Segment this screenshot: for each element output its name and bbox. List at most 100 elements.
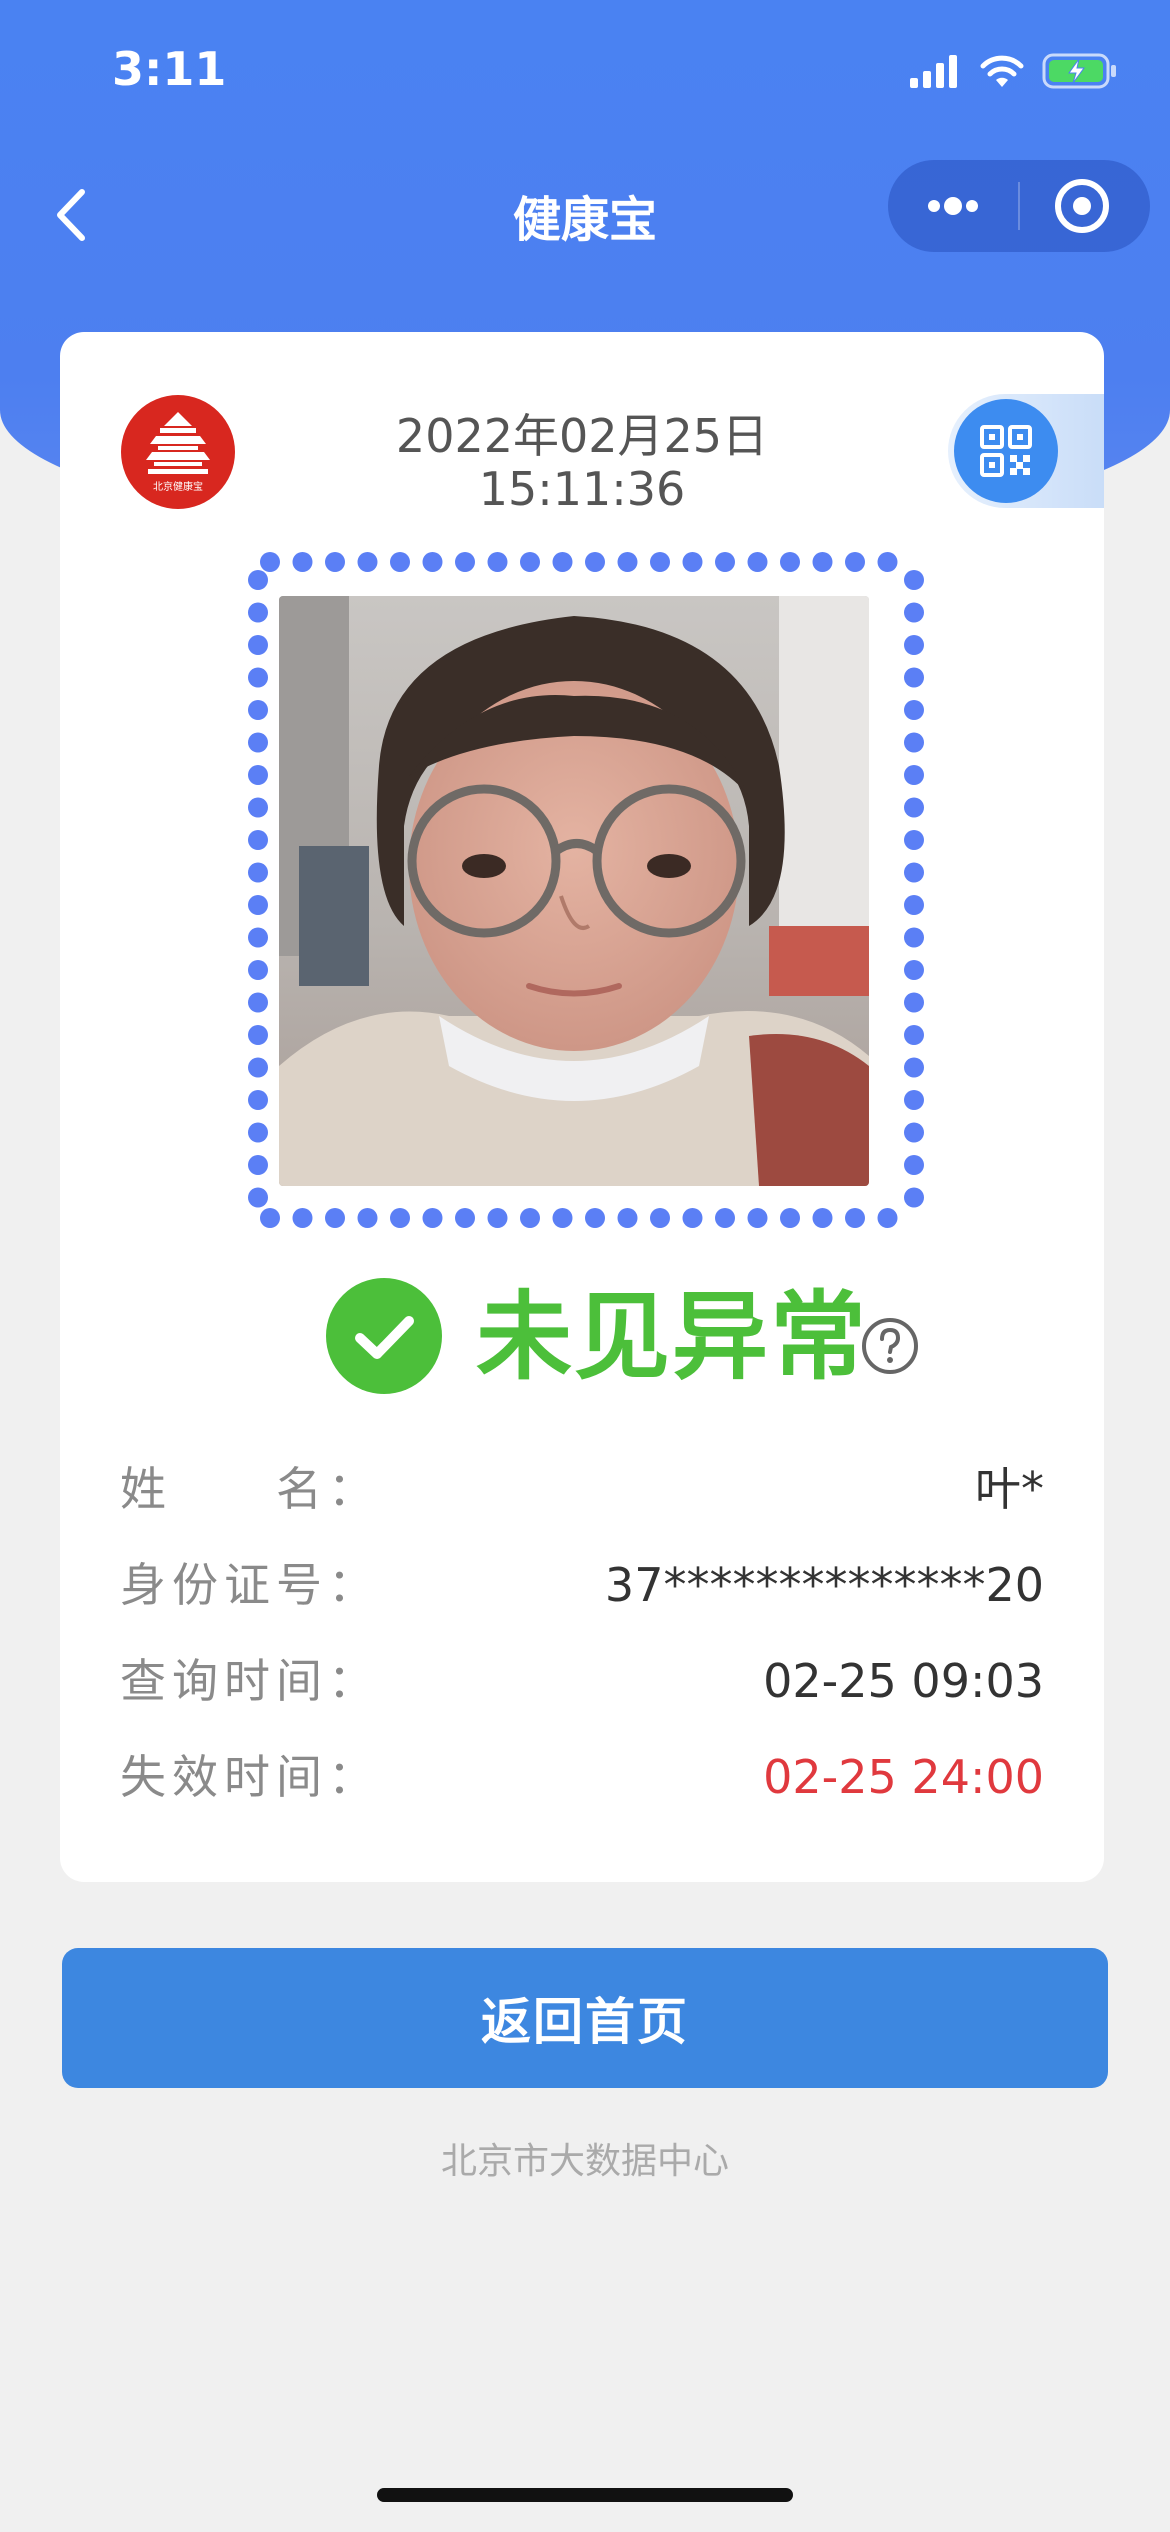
nav-bar: 健康宝	[0, 160, 1170, 260]
frame-dot	[650, 552, 670, 572]
frame-dot	[455, 552, 475, 572]
return-home-button[interactable]: 返回首页	[62, 1948, 1108, 2088]
frame-dot	[682, 1208, 703, 1228]
qr-code-button[interactable]	[954, 399, 1058, 503]
frame-dot	[390, 1208, 410, 1228]
frame-dot	[780, 552, 800, 572]
frame-dot	[617, 552, 638, 572]
signal-icon	[910, 55, 957, 88]
time-text: 15:11:36	[478, 462, 686, 516]
frame-dot	[585, 552, 605, 572]
qr-code-tab[interactable]	[948, 394, 1104, 508]
user-photo	[279, 596, 869, 1186]
home-indicator	[377, 2488, 793, 2502]
info-row-name: 姓 名： 叶*	[120, 1454, 1044, 1524]
health-card: 北京健康宝 2022年02月25日 15:11:36 未见异常 姓 名： 叶* …	[60, 332, 1104, 1882]
frame-dot	[248, 667, 268, 688]
frame-dot	[422, 1208, 443, 1228]
frame-dot	[715, 1208, 735, 1228]
frame-dot	[845, 1208, 865, 1228]
frame-dot	[877, 1208, 898, 1228]
status-bar: 3:11	[0, 0, 1170, 140]
help-circle-icon[interactable]	[860, 1316, 920, 1376]
frame-dot	[904, 862, 924, 883]
frame-dot	[520, 552, 540, 572]
frame-dot	[682, 552, 703, 572]
frame-dot	[292, 1208, 313, 1228]
frame-dot	[552, 1208, 573, 1228]
expiry-time-label: 失效时间：	[120, 1750, 380, 1804]
frame-dot	[617, 1208, 638, 1228]
frame-dot	[248, 700, 268, 720]
frame-dot	[248, 830, 268, 850]
frame-dot	[260, 1208, 280, 1228]
info-row-query-time: 查询时间： 02-25 09:03	[120, 1646, 1044, 1716]
frame-dot	[248, 1057, 268, 1078]
frame-dot	[747, 1208, 768, 1228]
frame-dot	[248, 1187, 268, 1208]
frame-dot	[747, 552, 768, 572]
expiry-time-value: 02-25 24:00	[763, 1750, 1044, 1804]
frame-dot	[877, 552, 898, 572]
frame-dot	[845, 552, 865, 572]
frame-dot	[812, 552, 833, 572]
frame-dot	[904, 1122, 924, 1143]
frame-dot	[904, 1090, 924, 1110]
miniprogram-capsule	[888, 160, 1150, 252]
frame-dot	[904, 797, 924, 818]
frame-dot	[904, 1155, 924, 1175]
id-value: 37**************20	[604, 1558, 1044, 1612]
frame-dot	[904, 570, 924, 590]
frame-dot	[520, 1208, 540, 1228]
frame-dot	[904, 895, 924, 915]
frame-dot	[248, 1122, 268, 1143]
wifi-icon	[980, 55, 1024, 87]
status-icons	[910, 52, 1118, 90]
frame-dot	[904, 830, 924, 850]
frame-dot	[904, 602, 924, 623]
frame-dot	[248, 960, 268, 980]
frame-dot	[904, 1057, 924, 1078]
status-time: 3:11	[112, 42, 227, 96]
frame-dot	[248, 862, 268, 883]
query-time-label: 查询时间：	[120, 1654, 380, 1708]
frame-dot	[248, 895, 268, 915]
health-status-text: 未见异常	[476, 1281, 868, 1393]
frame-dot	[455, 1208, 475, 1228]
frame-dot	[904, 700, 924, 720]
frame-dot	[904, 927, 924, 948]
name-label: 姓 名：	[120, 1462, 380, 1516]
more-dots-icon[interactable]	[888, 160, 1018, 252]
frame-dot	[904, 1025, 924, 1045]
info-row-expiry-time: 失效时间： 02-25 24:00	[120, 1742, 1044, 1812]
frame-dot	[357, 552, 378, 572]
frame-dot	[904, 1187, 924, 1208]
frame-dot	[248, 1025, 268, 1045]
frame-dot	[325, 552, 345, 572]
frame-dot	[292, 552, 313, 572]
frame-dot	[487, 552, 508, 572]
frame-dot	[904, 960, 924, 980]
frame-dot	[357, 1208, 378, 1228]
frame-dot	[650, 1208, 670, 1228]
frame-dot	[715, 552, 735, 572]
frame-dot	[248, 992, 268, 1013]
health-status-row: 未见异常	[60, 1272, 1104, 1402]
frame-dot	[248, 602, 268, 623]
footer-text: 北京市大数据中心	[440, 2141, 729, 2182]
frame-dot	[325, 1208, 345, 1228]
frame-dot	[422, 552, 443, 572]
frame-dot	[812, 1208, 833, 1228]
frame-dot	[904, 635, 924, 655]
query-time-value: 02-25 09:03	[763, 1654, 1044, 1708]
frame-dot	[585, 1208, 605, 1228]
frame-dot	[260, 552, 280, 572]
frame-dot	[248, 570, 268, 590]
info-row-id: 身份证号： 37**************20	[120, 1550, 1044, 1620]
battery-charging-icon	[1042, 53, 1116, 89]
target-circle-icon[interactable]	[1020, 160, 1150, 252]
frame-dot	[248, 635, 268, 655]
frame-dot	[248, 1090, 268, 1110]
frame-dot	[904, 732, 924, 753]
name-value: 叶*	[975, 1462, 1044, 1516]
